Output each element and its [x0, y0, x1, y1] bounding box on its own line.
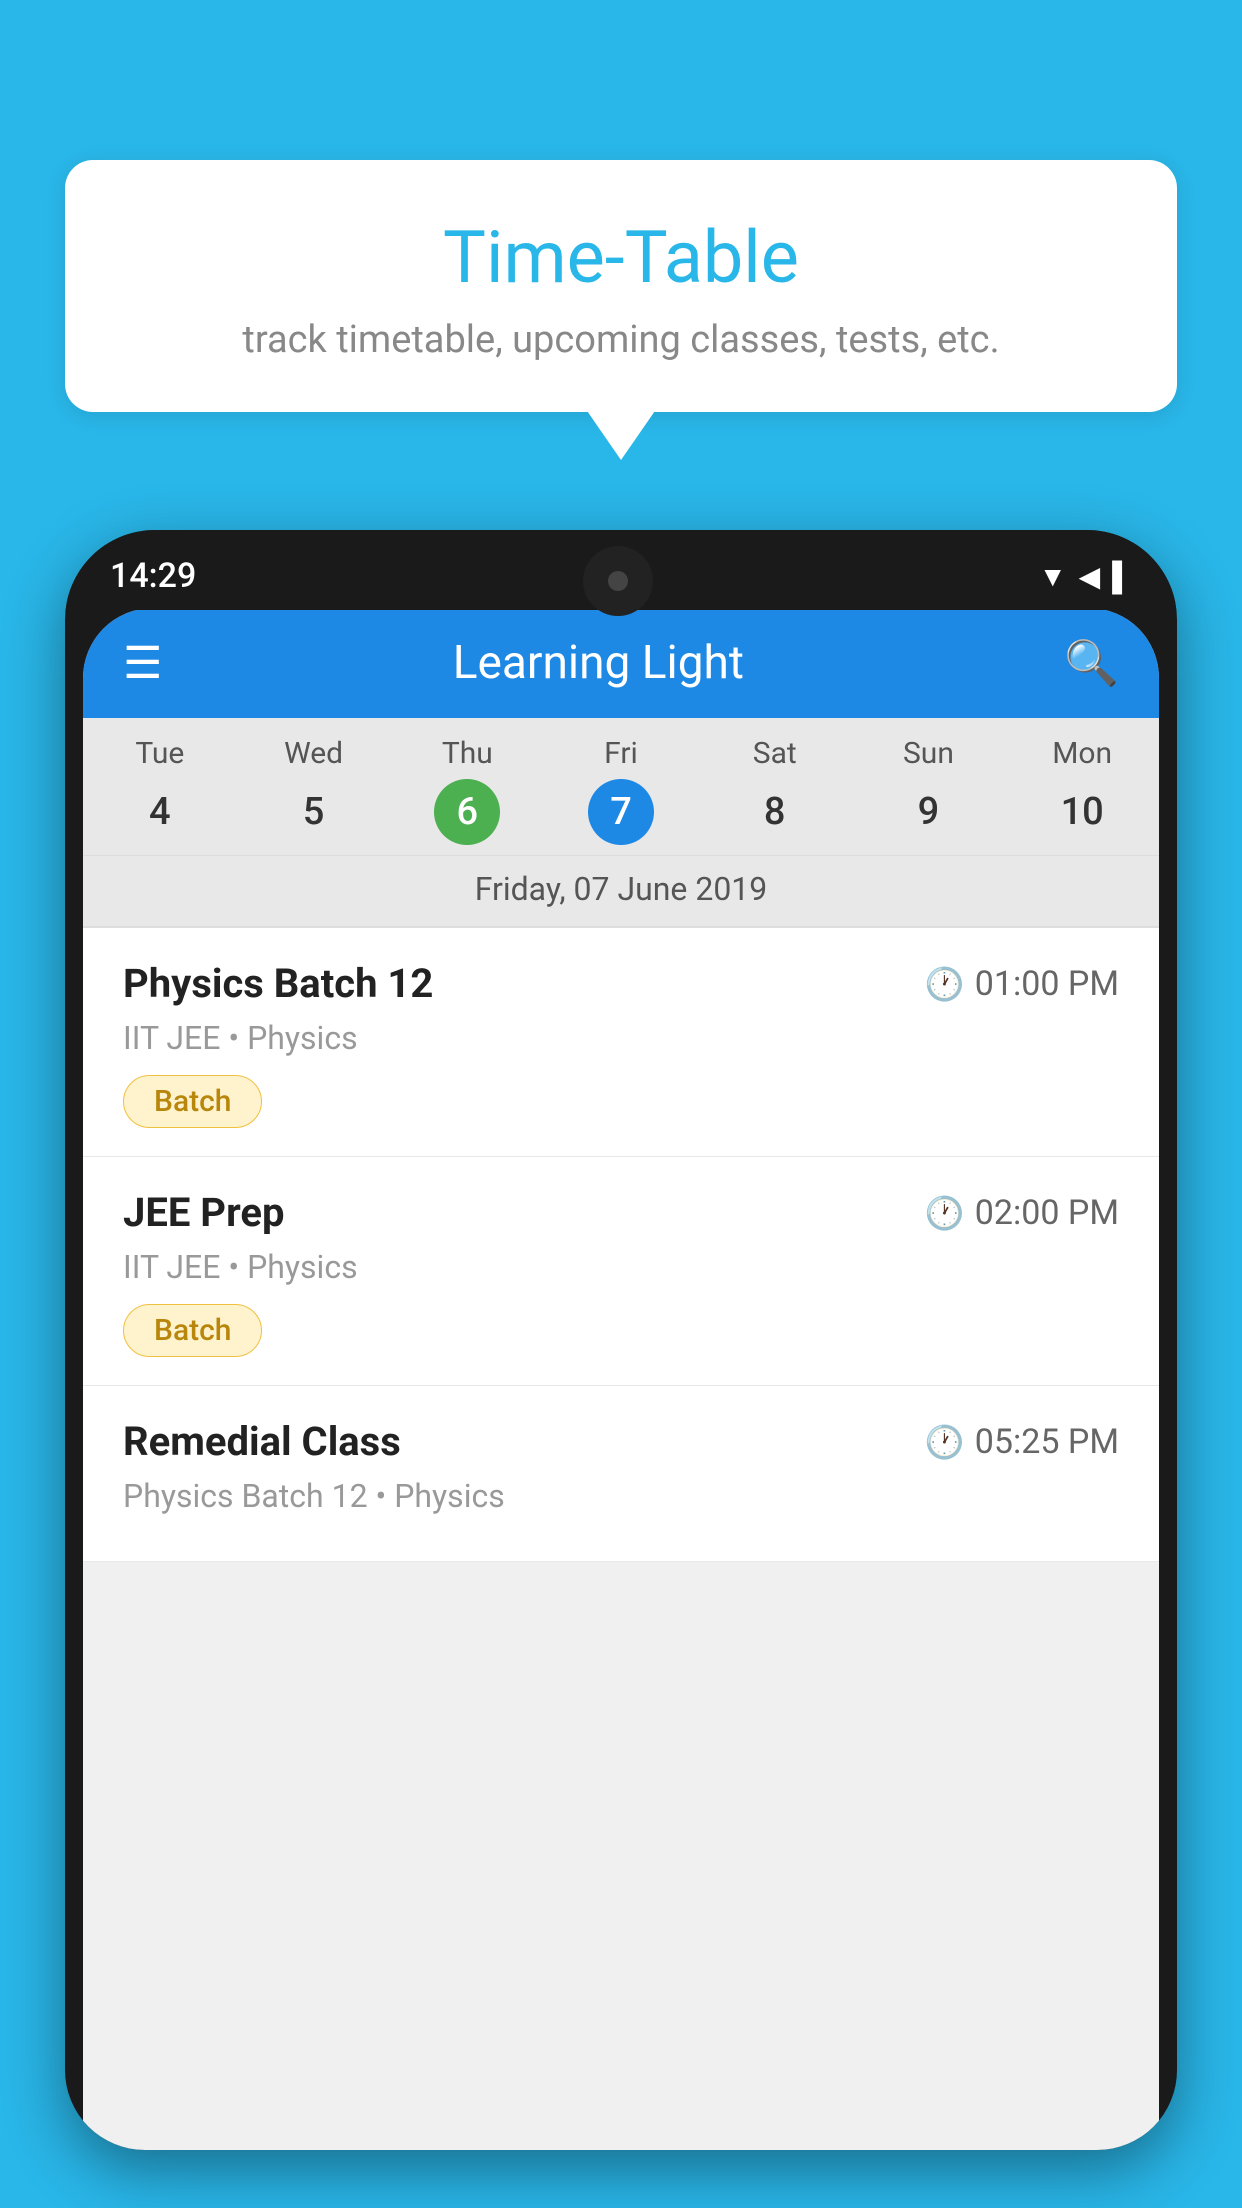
day-name: Wed [237, 736, 391, 771]
day-name: Tue [83, 736, 237, 771]
day-name: Mon [1005, 736, 1159, 771]
calendar-day-6[interactable]: Thu 6 [390, 718, 544, 855]
status-bar: 14:29 ▼ ◀ ▌ [65, 530, 1177, 610]
day-name: Fri [544, 736, 698, 771]
day-name: Sat [698, 736, 852, 771]
signal-icon: ◀ [1079, 560, 1101, 593]
clock-icon: 🕐 [925, 965, 965, 1003]
day-number[interactable]: 7 [588, 779, 654, 845]
day-number[interactable]: 8 [742, 779, 808, 845]
clock-icon: 🕐 [925, 1194, 965, 1232]
schedule-item[interactable]: JEE Prep 🕐 02:00 PM IIT JEE • Physics Batch [83, 1157, 1159, 1386]
schedule-item-time: 🕐 01:00 PM [925, 964, 1119, 1004]
schedule-list: Physics Batch 12 🕐 01:00 PM IIT JEE • Phys… [83, 928, 1159, 1562]
batch-badge: Batch [123, 1075, 262, 1128]
day-number[interactable]: 10 [1049, 779, 1115, 845]
schedule-item-name: Physics Batch 12 [123, 960, 433, 1007]
front-camera [583, 546, 653, 616]
camera-lens [608, 571, 628, 591]
selected-date-label: Friday, 07 June 2019 [83, 856, 1159, 928]
schedule-item-name: Remedial Class [123, 1418, 401, 1465]
day-number[interactable]: 6 [434, 779, 500, 845]
search-icon[interactable]: 🔍 [1064, 637, 1119, 689]
batch-badge: Batch [123, 1304, 262, 1357]
calendar-day-4[interactable]: Tue 4 [83, 718, 237, 855]
day-name: Thu [390, 736, 544, 771]
app-bar: ☰ Learning Light 🔍 [83, 608, 1159, 718]
status-time: 14:29 [110, 556, 196, 596]
schedule-item-subtitle: IIT JEE • Physics [123, 1019, 1119, 1057]
day-number[interactable]: 9 [895, 779, 961, 845]
calendar-day-10[interactable]: Mon 10 [1005, 718, 1159, 855]
day-number[interactable]: 4 [127, 779, 193, 845]
app-title: Learning Light [192, 636, 1004, 690]
wifi-icon: ▼ [1039, 560, 1067, 593]
phone-outer: 14:29 ▼ ◀ ▌ ☰ Learning Light 🔍 Tue4Wed5T… [65, 530, 1177, 2150]
calendar-day-7[interactable]: Fri 7 [544, 718, 698, 855]
schedule-item-time: 🕐 05:25 PM [925, 1422, 1119, 1462]
day-number[interactable]: 5 [281, 779, 347, 845]
schedule-item[interactable]: Physics Batch 12 🕐 01:00 PM IIT JEE • Phys… [83, 928, 1159, 1157]
schedule-item-time: 🕐 02:00 PM [925, 1193, 1119, 1233]
calendar-header: Tue 4 Wed 5 Thu 6 Fri 7 Sat 8 Sun 9 Mon 10 [83, 718, 1159, 856]
menu-icon[interactable]: ☰ [123, 641, 162, 685]
tooltip-subtitle: track timetable, upcoming classes, tests… [125, 318, 1117, 362]
calendar-day-8[interactable]: Sat 8 [698, 718, 852, 855]
tooltip-card: Time-Table track timetable, upcoming cla… [65, 160, 1177, 412]
phone-screen: ☰ Learning Light 🔍 Tue4Wed5Thu6Fri7Sat8S… [83, 608, 1159, 2150]
calendar-day-9[interactable]: Sun 9 [852, 718, 1006, 855]
clock-icon: 🕐 [925, 1423, 965, 1461]
phone-mockup: 14:29 ▼ ◀ ▌ ☰ Learning Light 🔍 Tue4Wed5T… [65, 530, 1177, 2208]
schedule-item-subtitle: IIT JEE • Physics [123, 1248, 1119, 1286]
schedule-item[interactable]: Remedial Class 🕐 05:25 PM Physics Batch 12… [83, 1386, 1159, 1562]
schedule-item-name: JEE Prep [123, 1189, 284, 1236]
day-name: Sun [852, 736, 1006, 771]
schedule-item-subtitle: Physics Batch 12 • Physics [123, 1477, 1119, 1515]
tooltip-title: Time-Table [125, 215, 1117, 300]
status-icons: ▼ ◀ ▌ [1039, 560, 1132, 593]
battery-icon: ▌ [1112, 560, 1132, 593]
calendar-day-5[interactable]: Wed 5 [237, 718, 391, 855]
